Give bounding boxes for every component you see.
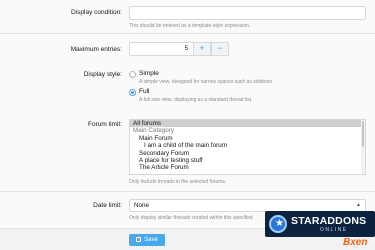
watermark-subtitle: ONLINE [320,227,348,233]
divider [0,191,375,192]
listbox-scrollbar[interactable] [361,120,365,174]
radio-full[interactable] [129,89,136,96]
increment-button[interactable]: + [193,42,211,56]
decrement-button[interactable]: − [211,42,229,56]
forum-limit-label: Forum limit: [88,121,122,128]
forum-option-testing[interactable]: A place for testing stuff [130,157,365,164]
date-limit-value: None [134,202,150,209]
maximum-entries-input[interactable]: 5 [129,42,193,56]
display-condition-input[interactable] [129,6,366,20]
forum-option-all[interactable]: All forums [130,120,365,128]
forum-option-main-forum[interactable]: Main Forum [130,135,365,142]
forum-option-child[interactable]: I am a child of the main forum [130,142,365,149]
save-button[interactable]: Save [129,234,165,246]
save-icon [136,236,142,242]
display-style-label: Display style: [83,71,122,78]
bxen-watermark: Bxen [343,237,368,248]
star-logo-icon: ★ [269,215,287,233]
radio-full-label[interactable]: Full [139,88,149,95]
display-condition-label: Display condition: [71,9,122,16]
staraddons-watermark: ★ STARADDONS ONLINE [265,211,375,237]
radio-simple-label[interactable]: Simple [139,70,159,77]
divider [0,33,375,34]
watermark-title: STARADDONS [291,215,367,227]
radio-full-hint: A full size view, displaying as a standa… [139,97,253,103]
display-condition-row: Display condition: This should be entere… [0,0,375,32]
form-body: Display condition: This should be entere… [0,0,375,228]
listbox-scroll-thumb[interactable] [362,121,364,147]
radio-simple-hint: A simple view, designed for narrow space… [139,79,274,85]
radio-simple[interactable] [129,71,136,78]
widget-options-form: Display condition: This should be entere… [0,0,375,250]
forum-limit-listbox[interactable]: All forums Main Category Main Forum I am… [129,119,366,175]
maximum-entries-stepper: 5 + − [129,42,229,56]
forum-category-main: Main Category [133,127,174,135]
save-button-label: Save [144,237,158,243]
forum-option-secondary[interactable]: Secondary Forum [130,150,365,157]
date-limit-label: Date limit: [93,202,122,209]
forum-option-article[interactable]: The Article Forum [130,164,365,171]
display-condition-hint: This should be entered as a template-sty… [129,23,251,29]
forum-limit-hint: Only include threads in the selected for… [129,179,227,185]
maximum-entries-label: Maximum entries: [70,46,122,53]
date-limit-hint: Only display similar threads created wit… [129,215,253,221]
